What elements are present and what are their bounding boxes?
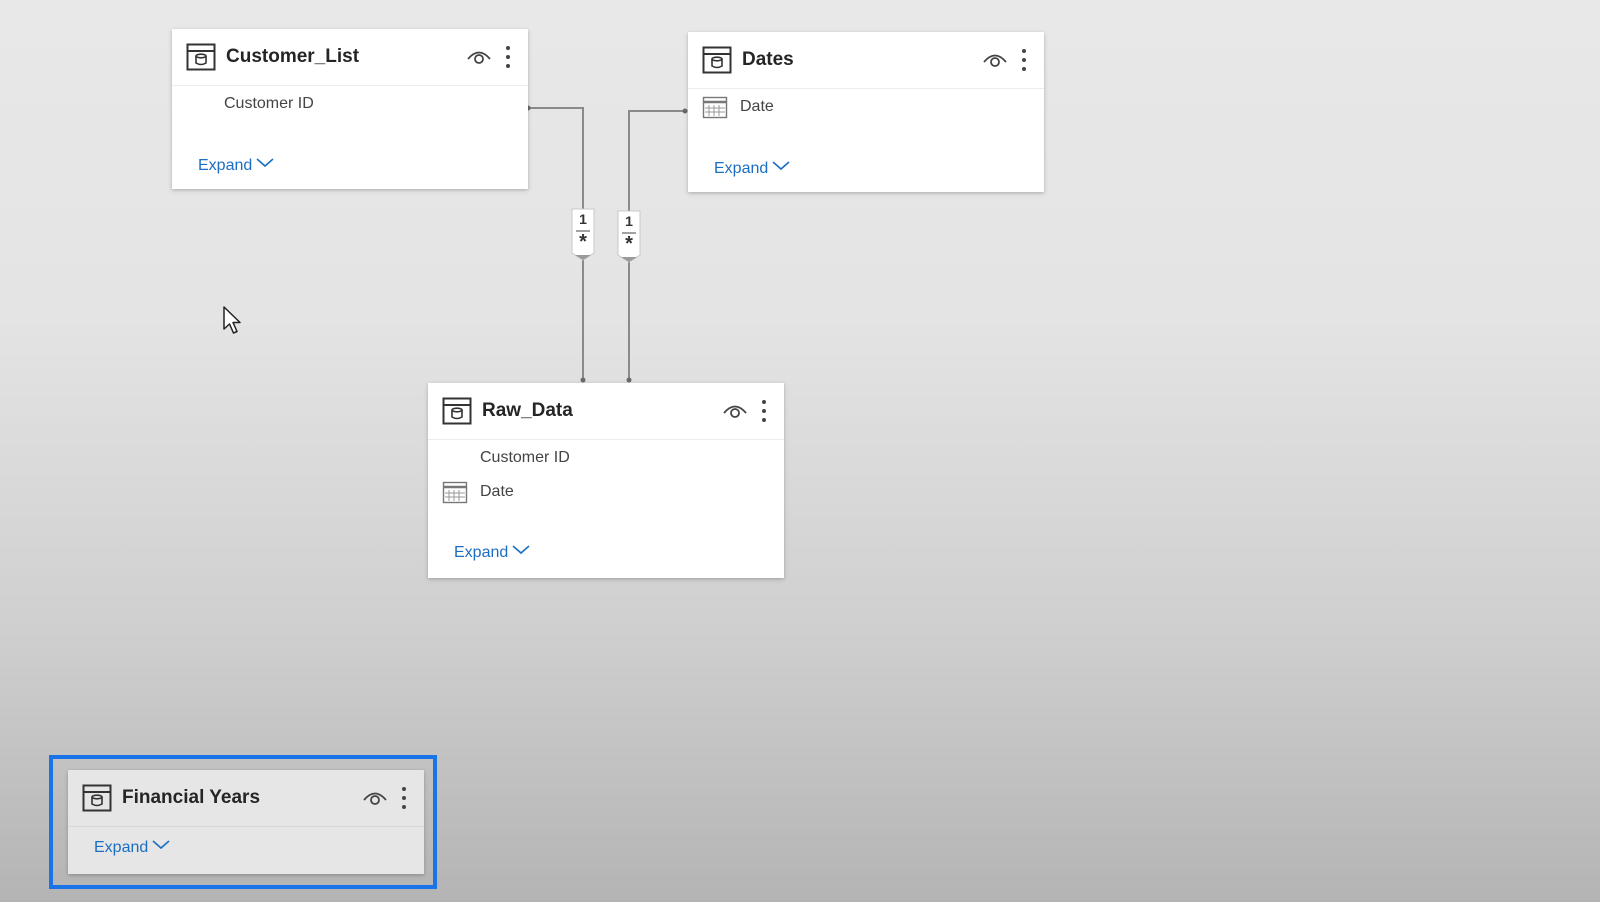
chevron-down-icon: [256, 158, 274, 167]
table-title: Dates: [742, 49, 794, 70]
chevron-down-icon: [512, 545, 530, 554]
field-row[interactable]: Customer ID: [172, 91, 528, 117]
field-label: Date: [740, 98, 774, 115]
table-card-customer-list[interactable]: Customer_List Customer ID Expand: [172, 29, 528, 189]
calendar-icon: [442, 481, 468, 504]
field-label: Customer ID: [224, 95, 314, 112]
more-options-icon[interactable]: [759, 398, 769, 424]
table-card-dates[interactable]: Dates Date Expand: [688, 32, 1044, 192]
field-row[interactable]: Date: [428, 479, 784, 505]
relationship-badge-customer-list[interactable]: 1 *: [570, 207, 596, 261]
table-title: Customer_List: [226, 46, 360, 67]
table-card-raw-data[interactable]: Raw_Data Customer ID Date Expand: [428, 383, 784, 578]
field-label: Customer ID: [480, 449, 570, 466]
more-options-icon[interactable]: [503, 44, 513, 70]
cardinality-many-label: *: [625, 233, 633, 255]
expand-label: Expand: [198, 157, 253, 174]
selection-highlight: [49, 755, 437, 889]
mouse-cursor-icon: [223, 306, 241, 334]
eye-icon[interactable]: [722, 400, 748, 422]
expand-label: Expand: [454, 544, 509, 561]
table-card-header[interactable]: Dates: [688, 32, 1044, 89]
expand-button[interactable]: Expand: [714, 157, 790, 181]
table-card-header[interactable]: Raw_Data: [428, 383, 784, 440]
cardinality-many-label: *: [579, 231, 587, 253]
field-label: Date: [480, 483, 514, 500]
cardinality-one-label: 1: [579, 211, 587, 227]
cardinality-one-label: 1: [625, 213, 633, 229]
calendar-icon: [702, 96, 728, 119]
eye-icon[interactable]: [982, 49, 1008, 71]
relationship-badge-dates[interactable]: 1 *: [616, 209, 642, 263]
expand-label: Expand: [714, 160, 769, 177]
eye-icon[interactable]: [466, 46, 492, 68]
table-card-header[interactable]: Customer_List: [172, 29, 528, 86]
expand-button[interactable]: Expand: [198, 154, 274, 178]
expand-button[interactable]: Expand: [454, 541, 530, 565]
table-title: Raw_Data: [482, 400, 573, 421]
table-icon: [442, 397, 472, 425]
table-icon: [702, 46, 732, 74]
field-row[interactable]: Customer ID: [428, 445, 784, 471]
more-options-icon[interactable]: [1019, 47, 1029, 73]
table-icon: [186, 43, 216, 71]
chevron-down-icon: [772, 161, 790, 170]
field-row[interactable]: Date: [688, 94, 1044, 120]
